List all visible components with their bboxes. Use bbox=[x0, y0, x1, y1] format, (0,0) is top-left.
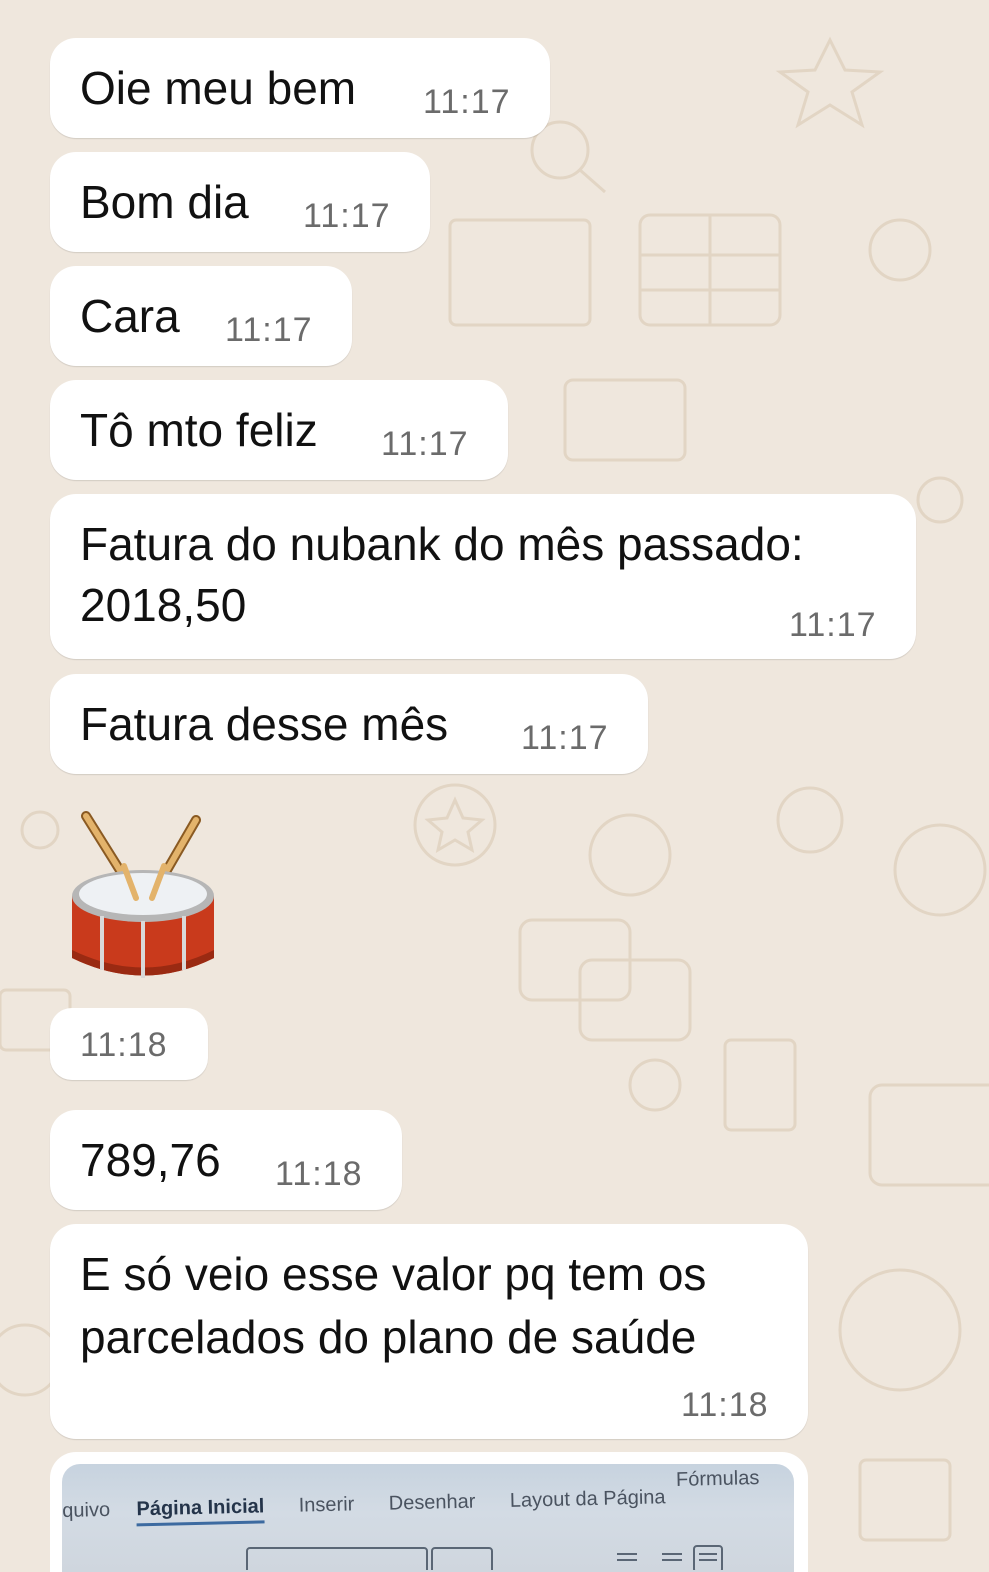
message-bubble[interactable]: Tô mto feliz 11:17 bbox=[50, 380, 508, 480]
message-timestamp: 11:17 bbox=[381, 425, 469, 463]
message-timestamp: 11:17 bbox=[789, 606, 877, 644]
ribbon-tab-draw: Desenhar bbox=[388, 1490, 476, 1515]
message-bubble[interactable]: Fatura desse mês 11:17 bbox=[50, 674, 648, 774]
message-text-line-2: parcelados do plano de saúde bbox=[80, 1311, 697, 1363]
message-bubble[interactable]: 789,76 11:18 bbox=[50, 1110, 402, 1210]
message-bubble[interactable]: Bom dia 11:17 bbox=[50, 152, 430, 252]
message-timestamp: 11:18 bbox=[80, 1026, 168, 1064]
message-bubble[interactable]: Cara 11:17 bbox=[50, 266, 352, 366]
message-timestamp: 11:17 bbox=[521, 719, 609, 757]
message-text-line-1: E só veio esse valor pq tem os bbox=[80, 1248, 707, 1300]
message-text: Fatura desse mês bbox=[80, 698, 449, 750]
ribbon-tab-home: Página Inicial bbox=[136, 1495, 265, 1527]
image-message[interactable]: Fórmulas quivo Página Inicial Inserir De… bbox=[50, 1452, 808, 1572]
ribbon-toolbar bbox=[246, 1545, 723, 1570]
sticker-time-bubble: 11:18 bbox=[50, 1008, 208, 1080]
message-text-line-1: Fatura do nubank do mês passado: bbox=[80, 518, 804, 570]
message-text: Bom dia bbox=[80, 176, 249, 228]
drum-sticker[interactable] bbox=[64, 808, 224, 993]
message-timestamp: 11:18 bbox=[275, 1155, 363, 1193]
message-timestamp: 11:18 bbox=[681, 1386, 769, 1424]
message-text-line-2: 2018,50 bbox=[80, 579, 247, 631]
spreadsheet-screenshot[interactable]: Fórmulas quivo Página Inicial Inserir De… bbox=[62, 1464, 794, 1572]
ribbon-tab-file: quivo bbox=[62, 1498, 111, 1522]
message-timestamp: 11:17 bbox=[225, 311, 313, 349]
message-bubble[interactable]: E só veio esse valor pq tem os parcelado… bbox=[50, 1224, 808, 1439]
message-bubble[interactable]: Oie meu bem 11:17 bbox=[50, 38, 550, 138]
message-text: Cara bbox=[80, 290, 180, 342]
message-timestamp: 11:17 bbox=[423, 83, 511, 121]
message-text: Tô mto feliz bbox=[80, 404, 318, 456]
message-timestamp: 11:17 bbox=[303, 197, 391, 235]
ribbon-tab-page-layout: Layout da Página bbox=[509, 1486, 666, 1512]
message-bubble[interactable]: Fatura do nubank do mês passado: 2018,50… bbox=[50, 494, 916, 659]
message-text: Oie meu bem bbox=[80, 62, 357, 114]
ribbon-tab-insert: Inserir bbox=[298, 1493, 355, 1517]
message-text: 789,76 bbox=[80, 1134, 221, 1186]
spreadsheet-ribbon: quivo Página Inicial Inserir Desenhar La… bbox=[62, 1486, 696, 1528]
